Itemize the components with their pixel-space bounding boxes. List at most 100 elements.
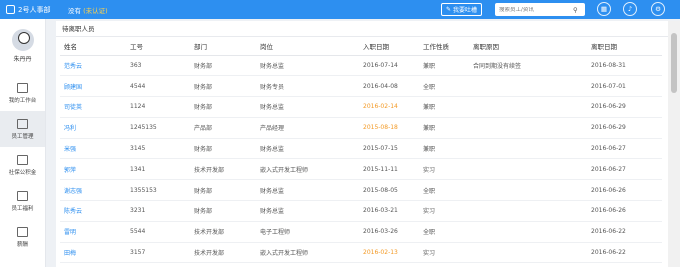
- wallet-icon: [17, 226, 28, 237]
- table-cell: 实习: [419, 158, 469, 181]
- employee-name-link[interactable]: 郭萍: [60, 158, 126, 181]
- main-panel: 待离职人员 姓名 工号 部门 岗位 入职日期 工作性质 离职原因 离职日期 范秀…: [56, 21, 668, 267]
- search-input[interactable]: [499, 6, 573, 13]
- table-row[interactable]: 田梅 3157 技术开发部 嵌入式开发工程师 2016-02-13 实习 2016-06-2…: [60, 242, 662, 264]
- table-cell: 财务总监: [256, 200, 359, 222]
- table-cell: 2016-06-26: [587, 200, 662, 222]
- table-cell: 财务部: [190, 200, 256, 222]
- table-row[interactable]: 司徒英 1124 财务部 财务总监 2016-02-14 兼职 2016-06-29: [60, 96, 662, 118]
- employee-name-link[interactable]: 谢志强: [60, 179, 126, 202]
- sidebar-item-label: 薪酬: [16, 241, 28, 248]
- table-cell: 全职: [419, 221, 469, 243]
- sidebar-item-label: 员工福利: [11, 205, 34, 212]
- employee-name-link[interactable]: 陈秀云: [60, 200, 126, 222]
- company-status[interactable]: 没有 (未认证): [68, 5, 108, 15]
- table-cell: 嵌入式开发工程师: [256, 158, 359, 181]
- table-cell: 财务总监: [256, 96, 359, 118]
- column-header[interactable]: 部门: [190, 37, 256, 56]
- app-name: 2号人事部: [18, 5, 51, 14]
- employee-name-link[interactable]: 雷明: [60, 221, 126, 243]
- scrollbar-thumb[interactable]: [671, 33, 677, 93]
- employee-name-link[interactable]: 田梅: [60, 242, 126, 264]
- table-cell: 2016-06-29: [587, 96, 662, 118]
- table-row[interactable]: 范秀云 363 财务部 财务总监 2016-07-14 兼职 合同到期没有续签 2016-08…: [60, 55, 662, 77]
- sidebar-item-label: 社保公积金: [8, 169, 37, 176]
- sidebar-item-benefits[interactable]: 员工福利: [0, 183, 45, 219]
- table-cell: 财务专员: [256, 75, 359, 98]
- sidebar-item-workbench[interactable]: 我的工作台: [0, 75, 45, 111]
- column-header[interactable]: 工作性质: [419, 37, 469, 56]
- table-cell: [469, 75, 587, 98]
- feedback-label: 我要吐槽: [453, 7, 478, 14]
- settings-icon[interactable]: ⚙: [651, 2, 665, 16]
- table-cell: [469, 117, 587, 139]
- search-icon[interactable]: ⚲: [573, 6, 578, 14]
- table-cell: 技术开发部: [190, 242, 256, 264]
- feedback-button[interactable]: ✎ 我要吐槽: [441, 3, 483, 16]
- table-cell: 实习: [419, 200, 469, 222]
- table-cell: 2015-07-15: [359, 138, 419, 160]
- app-logo[interactable]: 2号人事部: [0, 5, 60, 15]
- table-cell: 3157: [126, 242, 190, 264]
- gift-icon: [17, 190, 28, 201]
- table-cell: 兼职: [419, 138, 469, 160]
- table-row[interactable]: 冯利 1245135 产品部 产品经理 2015-08-18 兼职 2016-06-29: [60, 117, 662, 139]
- table-cell: 嵌入式开发工程师: [256, 242, 359, 264]
- table-cell: 财务部: [190, 55, 256, 77]
- table-row[interactable]: 顾建国 4544 财务部 财务专员 2016-04-08 全职 2016-07-01: [60, 75, 662, 98]
- scrollbar[interactable]: [668, 21, 680, 267]
- table-cell: 技术开发部: [190, 158, 256, 181]
- column-header[interactable]: 离职日期: [587, 37, 662, 56]
- table-row[interactable]: 雷明 5544 技术开发部 电子工程师 2016-03-26 全职 2016-06-22: [60, 221, 662, 243]
- table-cell: 2016-04-08: [359, 75, 419, 98]
- employee-name-link[interactable]: 顾建国: [60, 75, 126, 98]
- table-row[interactable]: 米强 3145 财务部 财务总监 2015-07-15 兼职 2016-06-27: [60, 138, 662, 160]
- bell-icon[interactable]: ♪: [623, 2, 637, 16]
- table-cell: 363: [126, 55, 190, 77]
- employee-name-link[interactable]: 米强: [60, 138, 126, 160]
- column-header[interactable]: 岗位: [256, 37, 359, 56]
- sidebar-item-employees[interactable]: 员工管理: [0, 111, 45, 147]
- sidebar-item-salary[interactable]: 薪酬: [0, 219, 45, 255]
- column-header[interactable]: 离职原因: [469, 37, 587, 56]
- avatar[interactable]: [11, 29, 34, 51]
- table-row[interactable]: 谢志强 1355153 财务部 财务总监 2015-08-05 全职 2016-06-26: [60, 179, 662, 202]
- table-cell: 1245135: [126, 117, 190, 139]
- table-cell: 2016-06-29: [587, 117, 662, 139]
- table-cell: 2015-08-05: [359, 179, 419, 202]
- table-row[interactable]: 陈秀云 3231 财务部 财务总监 2016-03-21 实习 2016-06-26: [60, 200, 662, 222]
- table-cell: 1355153: [126, 179, 190, 202]
- employee-name-link[interactable]: 范秀云: [60, 55, 126, 77]
- column-header[interactable]: 工号: [126, 37, 190, 56]
- sidebar-item-social-security[interactable]: 社保公积金: [0, 147, 45, 183]
- table-cell: 2016-06-22: [587, 221, 662, 243]
- table-cell: 技术开发部: [190, 221, 256, 243]
- table-cell: 实习: [419, 242, 469, 264]
- table-cell: 兼职: [419, 117, 469, 139]
- table-cell: 3231: [126, 200, 190, 222]
- column-header[interactable]: 姓名: [60, 37, 126, 56]
- sidebar: 朱丹丹 我的工作台 员工管理 社保公积金 员工福利 薪酬: [0, 19, 46, 267]
- table-cell: 财务总监: [256, 179, 359, 202]
- logo-icon: [6, 5, 15, 14]
- user-name[interactable]: 朱丹丹: [0, 54, 45, 63]
- table-cell: 2016-06-26: [587, 179, 662, 202]
- sidebar-item-label: 员工管理: [11, 133, 34, 140]
- table-row[interactable]: 郭萍 1341 技术开发部 嵌入式开发工程师 2015-11-11 实习 2016-06-2…: [60, 158, 662, 181]
- employee-name-link[interactable]: 司徒英: [60, 96, 126, 118]
- table-cell: [469, 138, 587, 160]
- column-header[interactable]: 入职日期: [359, 37, 419, 56]
- table-cell: 1341: [126, 158, 190, 181]
- sidebar-item-label: 我的工作台: [8, 97, 37, 104]
- calendar-icon[interactable]: ▦: [597, 2, 611, 16]
- certification-status[interactable]: (未认证): [83, 7, 108, 15]
- table-cell: 电子工程师: [256, 221, 359, 243]
- employee-name-link[interactable]: 冯利: [60, 117, 126, 139]
- search-box[interactable]: ⚲: [495, 3, 585, 16]
- table-cell: 财务部: [190, 179, 256, 202]
- table-cell: 财务部: [190, 138, 256, 160]
- table-cell: 全职: [419, 179, 469, 202]
- table-cell: 4544: [126, 75, 190, 98]
- table-cell: [469, 158, 587, 181]
- house-icon: [17, 154, 28, 165]
